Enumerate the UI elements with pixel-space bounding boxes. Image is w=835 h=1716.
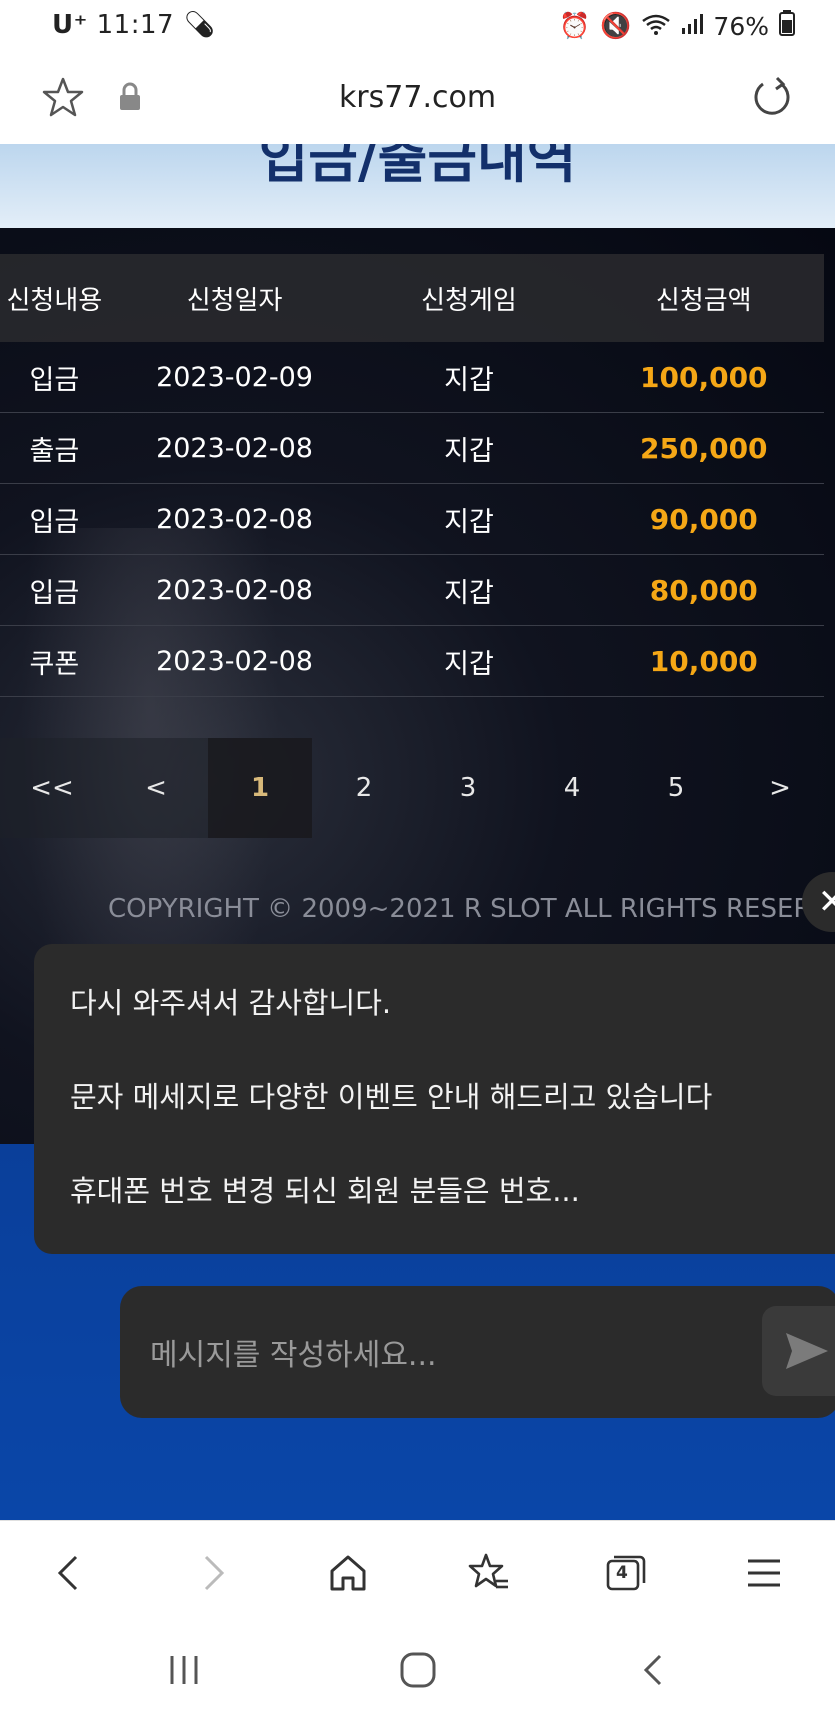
amount-cell: 10,000 <box>583 625 824 697</box>
battery-percent: 76% <box>713 11 769 41</box>
pill-icon: 💊︎ <box>182 10 217 40</box>
url-field[interactable]: krs77.com <box>0 80 835 115</box>
game-cell: 지갑 <box>354 625 584 697</box>
tabs-button[interactable]: 4 <box>604 1551 648 1595</box>
page-4-button[interactable]: 4 <box>520 738 624 838</box>
status-right: ⏰ 🔇 76% <box>559 10 795 42</box>
table-row: 쿠폰 2023-02-08 지갑 10,000 <box>0 625 824 697</box>
table-row: 출금 2023-02-08 지갑 250,000 <box>0 412 824 484</box>
menu-icon[interactable] <box>742 1551 786 1595</box>
type-cell: 출금 <box>0 412 115 484</box>
page-title: 입금/출금내역 <box>258 144 577 190</box>
amount-cell: 80,000 <box>583 554 824 626</box>
amount-cell: 90,000 <box>583 483 824 555</box>
status-left: U⁺ 11:17 💊︎ <box>52 10 216 40</box>
send-button[interactable] <box>762 1306 835 1396</box>
page-prev-button[interactable]: < <box>104 738 208 838</box>
bookmarks-icon[interactable] <box>466 1551 510 1595</box>
type-cell: 쿠폰 <box>0 625 115 697</box>
table-row: 입금 2023-02-09 지갑 100,000 <box>0 342 824 413</box>
page-5-button[interactable]: 5 <box>624 738 728 838</box>
chat-message-line: 다시 와주셔서 감사합니다. <box>70 986 392 1020</box>
game-cell: 지갑 <box>354 342 584 413</box>
system-navigation-bar <box>0 1624 835 1716</box>
type-cell: 입금 <box>0 554 115 626</box>
date-cell: 2023-02-08 <box>114 554 355 626</box>
chat-input-placeholder[interactable]: 메시지를 작성하세요... <box>150 1330 437 1374</box>
type-cell: 입금 <box>0 342 115 413</box>
column-header: 신청금액 <box>583 254 824 342</box>
game-cell: 지갑 <box>354 554 584 626</box>
alarm-icon: ⏰ <box>559 11 591 40</box>
table-row: 입금 2023-02-08 지갑 80,000 <box>0 554 824 626</box>
copyright-text: COPYRIGHT © 2009~2021 R SLOT ALL RIGHTS … <box>108 894 835 924</box>
game-cell: 지갑 <box>354 483 584 555</box>
back-nav-icon[interactable] <box>632 1648 676 1692</box>
tabs-count: 4 <box>616 1563 628 1583</box>
forward-icon[interactable] <box>190 1551 234 1595</box>
send-icon <box>786 1333 828 1369</box>
date-cell: 2023-02-08 <box>114 483 355 555</box>
table-header-row: 신청내용 신청일자 신청게임 신청금액 <box>0 254 824 342</box>
battery-icon <box>779 10 795 42</box>
chat-message-bubble[interactable]: 다시 와주셔서 감사합니다. 문자 메세지로 다양한 이벤트 안내 해드리고 있… <box>34 944 835 1254</box>
amount-cell: 250,000 <box>583 412 824 484</box>
chat-message-line: 휴대폰 번호 변경 되신 회원 분들은 번호... <box>70 1174 580 1208</box>
signal-icon <box>681 12 704 41</box>
address-bar: krs77.com <box>0 52 835 144</box>
home-icon[interactable] <box>326 1551 370 1595</box>
recent-apps-icon[interactable] <box>162 1648 206 1692</box>
chat-input-box[interactable]: 메시지를 작성하세요... <box>120 1286 835 1418</box>
home-nav-icon[interactable] <box>396 1648 440 1692</box>
mute-icon: 🔇 <box>600 11 632 40</box>
column-header: 신청내용 <box>0 254 115 342</box>
column-header: 신청일자 <box>114 254 355 342</box>
page-next-button[interactable]: > <box>728 738 832 838</box>
page-3-button[interactable]: 3 <box>416 738 520 838</box>
amount-cell: 100,000 <box>583 342 824 413</box>
chat-message-line: 문자 메세지로 다양한 이벤트 안내 해드리고 있습니다 <box>70 1080 713 1114</box>
web-page: 입금/출금내역 신청내용 신청일자 신청게임 신청금액 입금 2023-02-0… <box>0 144 835 1520</box>
wifi-icon <box>641 12 671 41</box>
page-2-button[interactable]: 2 <box>312 738 416 838</box>
column-header: 신청게임 <box>354 254 584 342</box>
pagination: << < 1 2 3 4 5 > <box>0 738 835 838</box>
back-icon[interactable] <box>48 1551 92 1595</box>
reload-icon[interactable] <box>751 76 793 118</box>
carrier-label: U⁺ <box>52 10 88 40</box>
page-first-button[interactable]: << <box>0 738 104 838</box>
table-row: 입금 2023-02-08 지갑 90,000 <box>0 483 824 555</box>
date-cell: 2023-02-09 <box>114 342 355 413</box>
page-1-button[interactable]: 1 <box>208 738 312 838</box>
status-bar: U⁺ 11:17 💊︎ ⏰ 🔇 76% <box>0 0 835 52</box>
browser-toolbar: 4 <box>0 1520 835 1625</box>
transaction-table: 신청내용 신청일자 신청게임 신청금액 입금 2023-02-09 지갑 100… <box>0 254 824 697</box>
game-cell: 지갑 <box>354 412 584 484</box>
page-header: 입금/출금내역 <box>0 144 835 228</box>
date-cell: 2023-02-08 <box>114 412 355 484</box>
clock: 11:17 <box>96 10 175 40</box>
type-cell: 입금 <box>0 483 115 555</box>
date-cell: 2023-02-08 <box>114 625 355 697</box>
